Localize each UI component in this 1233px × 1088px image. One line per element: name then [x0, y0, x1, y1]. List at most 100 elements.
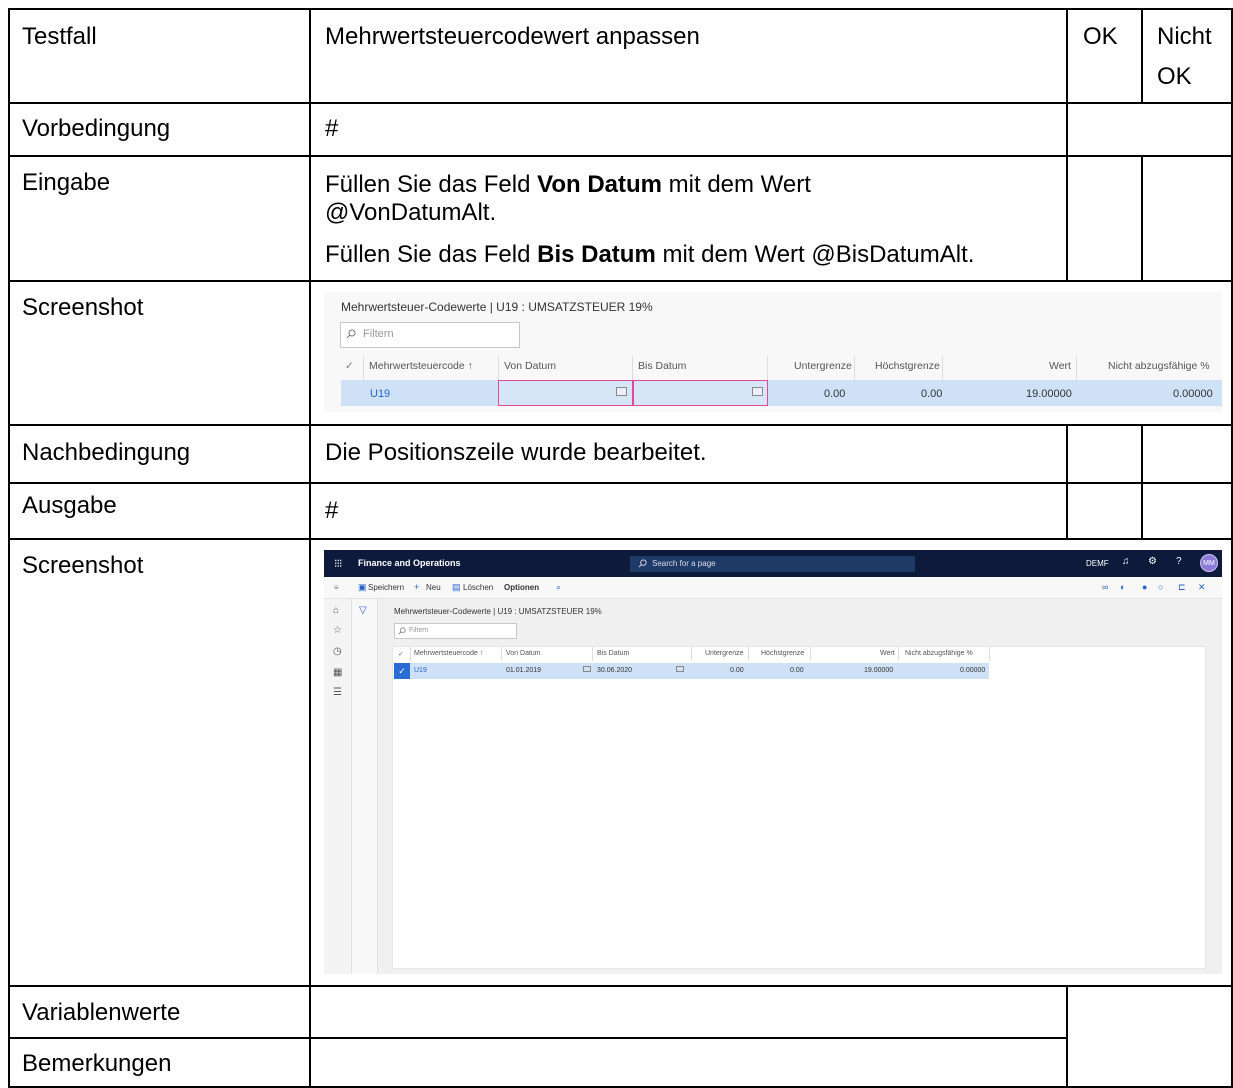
ok-header: OK	[1083, 23, 1118, 50]
column-header-von-datum[interactable]: Von Datum	[504, 360, 556, 372]
eingabe-label: Eingabe	[22, 169, 111, 196]
workspace-icon[interactable]: ▦	[333, 667, 342, 678]
column-header-bis-datum[interactable]: Bis Datum	[597, 650, 629, 657]
column-header-wert[interactable]: Wert	[880, 650, 895, 657]
filter-input[interactable]: Filtern	[340, 322, 520, 348]
vorbedingung-text: #	[325, 115, 339, 142]
column-header-code[interactable]: Mehrwertsteuercode ↑	[414, 650, 483, 657]
cell-hoechstgrenze[interactable]: 0.00	[790, 667, 804, 674]
home-icon[interactable]: ⌂	[333, 605, 339, 616]
plus-icon[interactable]: +	[414, 582, 419, 592]
screenshot2-label: Screenshot	[22, 552, 144, 579]
nachbedingung-text: Die Positionszeile wurde bearbeitet.	[325, 439, 707, 466]
delete-button[interactable]: Löschen	[463, 583, 493, 592]
calendar-icon[interactable]	[616, 387, 627, 396]
star-icon[interactable]: ☆	[333, 625, 342, 636]
bemerkungen-label: Bemerkungen	[22, 1050, 172, 1077]
nicht-ok-header-line1: Nicht	[1157, 23, 1212, 50]
search-icon	[398, 627, 406, 635]
notification-icon[interactable]: ●	[1142, 582, 1147, 592]
field-name-von-datum: Von Datum	[537, 171, 662, 198]
grid-area	[392, 646, 1206, 969]
filter-placeholder: Filtern	[363, 328, 394, 340]
column-header-untergrenze[interactable]: Untergrenze	[794, 360, 852, 372]
table-row[interactable]	[394, 663, 989, 679]
help-icon[interactable]: ?	[1176, 556, 1182, 567]
cell-untergrenze[interactable]: 0.00	[730, 667, 744, 674]
cell-wert[interactable]: 19.00000	[1026, 388, 1072, 400]
avatar[interactable]: MM	[1200, 554, 1218, 572]
cell-nicht-abzugsfaehige[interactable]: 0.00000	[960, 667, 985, 674]
field-name-bis-datum: Bis Datum	[537, 241, 656, 268]
column-header-nicht-abzugsfaehige[interactable]: Nicht abzugsfähige %	[1108, 360, 1210, 372]
filter-icon[interactable]: ▽	[359, 605, 367, 616]
eingabe-line2: Füllen Sie das Feld Bis Datum mit dem We…	[325, 241, 975, 268]
save-icon[interactable]: ▣	[358, 582, 367, 593]
von-datum-field[interactable]	[498, 380, 633, 406]
waffle-icon[interactable]: ⁝⁝⁝	[334, 557, 342, 570]
search-icon	[638, 559, 647, 568]
ausgabe-text: #	[325, 497, 339, 524]
app-name[interactable]: Finance and Operations	[358, 558, 461, 568]
calendar-icon[interactable]	[676, 666, 684, 672]
refresh-icon[interactable]: ○	[1158, 582, 1163, 592]
select-all-checkmark-icon[interactable]: ✓	[398, 650, 404, 658]
column-header-untergrenze[interactable]: Untergrenze	[705, 650, 744, 657]
list-icon[interactable]: ☰	[333, 687, 342, 698]
nachbedingung-label: Nachbedingung	[22, 439, 191, 466]
column-header-hoechstgrenze[interactable]: Höchstgrenze	[875, 360, 940, 372]
nicht-ok-header-line2: OK	[1157, 63, 1192, 90]
cell-code[interactable]: U19	[414, 667, 427, 674]
close-icon[interactable]: ✕	[1198, 582, 1206, 593]
open-new-window-icon[interactable]: ⊏	[1178, 582, 1186, 593]
variablenwerte-label: Variablenwerte	[22, 999, 181, 1026]
select-all-checkmark-icon[interactable]: ✓	[345, 360, 354, 372]
column-header-hoechstgrenze[interactable]: Höchstgrenze	[761, 650, 804, 657]
search-icon[interactable]: ⌕	[556, 582, 561, 593]
screenshot1-label: Screenshot	[22, 294, 144, 321]
link-icon[interactable]: ∞	[1102, 582, 1108, 592]
page-title: Mehrwertsteuer-Codewerte | U19 : UMSATZS…	[394, 607, 602, 616]
navigation-rail: ⌂ ☆ ◷ ▦ ☰	[324, 599, 352, 974]
top-navigation-bar: ⁝⁝⁝ Finance and Operations Search for a …	[324, 550, 1222, 577]
column-header-nicht-abzugsfaehige[interactable]: Nicht abzugsfähige %	[905, 650, 973, 657]
page-title: Mehrwertsteuer-Codewerte | U19 : UMSATZS…	[341, 300, 653, 314]
bell-icon[interactable]: ♫	[1122, 556, 1130, 567]
checkmark-icon[interactable]: ✓	[394, 663, 410, 679]
cell-untergrenze[interactable]: 0.00	[824, 388, 845, 400]
column-header-code[interactable]: Mehrwertsteuercode ↑	[369, 360, 473, 372]
cell-von-datum[interactable]: 01.01.2019	[506, 667, 541, 674]
screenshot-full-app: ⁝⁝⁝ Finance and Operations Search for a …	[324, 550, 1222, 974]
search-placeholder: Search for a page	[652, 559, 716, 568]
cell-wert[interactable]: 19.00000	[864, 667, 893, 674]
cell-bis-datum[interactable]: 30.06.2020	[597, 667, 632, 674]
search-icon	[346, 329, 356, 339]
company-picker[interactable]: DEMF	[1086, 559, 1109, 568]
column-header-wert[interactable]: Wert	[1049, 360, 1071, 372]
column-header-bis-datum[interactable]: Bis Datum	[638, 360, 686, 372]
office-icon[interactable]: ◐	[1120, 582, 1125, 592]
filter-pane: ▽	[352, 599, 378, 974]
cell-hoechstgrenze[interactable]: 0.00	[921, 388, 942, 400]
search-input[interactable]: Search for a page	[630, 556, 915, 572]
cell-nicht-abzugsfaehige[interactable]: 0.00000	[1173, 388, 1213, 400]
filter-placeholder: Filtern	[409, 627, 429, 634]
testfall-text: Mehrwertsteuercodewert anpassen	[325, 23, 700, 50]
column-header-von-datum[interactable]: Von Datum	[506, 650, 541, 657]
new-button[interactable]: Neu	[426, 583, 441, 592]
bis-datum-field[interactable]	[633, 380, 768, 406]
cell-code[interactable]: U19	[370, 388, 390, 400]
options-tab[interactable]: Optionen	[504, 583, 539, 592]
gear-icon[interactable]: ⚙	[1148, 556, 1157, 567]
table-row[interactable]	[341, 380, 1222, 406]
delete-icon[interactable]: ▤	[452, 582, 461, 593]
calendar-icon[interactable]	[583, 666, 591, 672]
filter-input[interactable]: Filtern	[394, 623, 517, 639]
menu-icon[interactable]: ≡	[334, 583, 339, 592]
testfall-label: Testfall	[22, 23, 97, 50]
screenshot-grid-detail: Mehrwertsteuer-Codewerte | U19 : UMSATZS…	[324, 292, 1222, 412]
vorbedingung-label: Vorbedingung	[22, 115, 171, 142]
calendar-icon[interactable]	[752, 387, 763, 396]
save-button[interactable]: Speichern	[368, 583, 404, 592]
clock-icon[interactable]: ◷	[333, 646, 342, 657]
